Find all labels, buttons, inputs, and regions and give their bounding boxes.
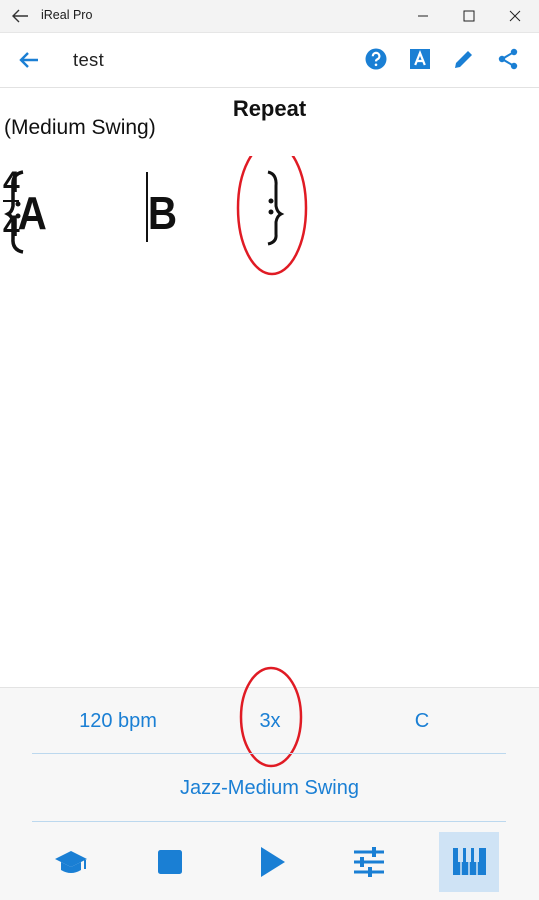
app-toolbar: test xyxy=(0,33,539,88)
repeat-end-dot-top xyxy=(268,198,274,204)
play-icon[interactable] xyxy=(241,832,301,892)
font-icon[interactable] xyxy=(408,47,432,71)
style-setting[interactable]: Jazz-Medium Swing xyxy=(0,777,539,800)
repeat-end-bracket xyxy=(267,170,285,246)
maximize-button[interactable] xyxy=(446,0,492,32)
measure-row: 4 4 A B xyxy=(3,156,308,276)
divider xyxy=(32,821,506,822)
rehearsal-mark-a: A xyxy=(18,189,47,240)
key-setting[interactable]: C xyxy=(332,710,512,733)
minimize-button[interactable] xyxy=(400,0,446,32)
repeat-end-dot-bottom xyxy=(268,209,274,215)
stop-icon[interactable] xyxy=(139,832,199,892)
share-icon[interactable] xyxy=(496,47,520,71)
rehearsal-mark-b: B xyxy=(148,189,177,240)
bottom-panel: 120 bpm 3x C Jazz-Medium Swing xyxy=(0,666,539,900)
window-title: iReal Pro xyxy=(41,8,93,22)
back-arrow-icon[interactable] xyxy=(16,48,42,72)
divider xyxy=(32,753,506,754)
practice-icon[interactable] xyxy=(41,832,101,892)
song-title: test xyxy=(73,49,105,70)
help-icon[interactable] xyxy=(364,47,388,71)
chord-sheet[interactable]: Repeat (Medium Swing) 4 4 A B xyxy=(0,88,539,686)
close-button[interactable] xyxy=(492,0,538,32)
mixer-icon[interactable] xyxy=(338,832,398,892)
window-back-icon[interactable] xyxy=(8,4,32,28)
edit-icon[interactable] xyxy=(452,47,476,71)
window-titlebar: iReal Pro xyxy=(0,0,539,33)
style-label: (Medium Swing) xyxy=(4,116,156,139)
piano-icon[interactable] xyxy=(439,832,499,892)
